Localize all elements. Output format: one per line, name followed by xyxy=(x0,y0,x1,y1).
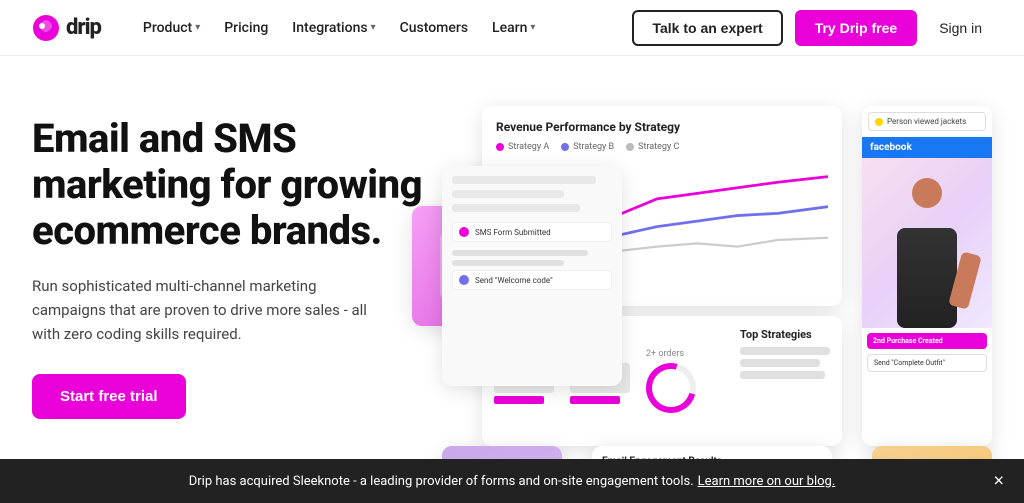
nav-pricing[interactable]: Pricing xyxy=(214,14,278,42)
try-free-button[interactable]: Try Drip free xyxy=(795,10,917,46)
hero-title: Email and SMS marketing for growing ecom… xyxy=(32,116,432,254)
signin-button[interactable]: Sign in xyxy=(929,12,992,44)
banner-close-button[interactable]: × xyxy=(993,471,1004,492)
fb-person-tag: Person viewed jackets xyxy=(868,112,986,131)
person-left-card xyxy=(442,446,562,459)
hero-visual: Revenue Performance by Strategy Strategy… xyxy=(452,106,992,459)
banner-link[interactable]: Learn more on our blog. xyxy=(698,474,836,489)
revenue-chart-title: Revenue Performance by Strategy xyxy=(496,120,828,134)
facebook-card: Person viewed jackets facebook 2nd Purch… xyxy=(862,106,992,446)
automation-card: SMS Form Submitted Send "Welcome code" xyxy=(442,166,622,386)
legend-dot-2 xyxy=(561,143,569,151)
nav-customers[interactable]: Customers xyxy=(390,14,478,42)
fb-header: facebook xyxy=(862,137,992,158)
nav-integrations[interactable]: Integrations ▾ xyxy=(282,14,385,42)
top-strategies-section: Top Strategies xyxy=(740,328,830,379)
person-right-card xyxy=(872,446,992,459)
journey-col-2: 2+ orders xyxy=(646,349,696,413)
legend-item-1: Strategy A xyxy=(496,142,549,152)
fb-badge-1: 2nd Purchase Created xyxy=(867,333,987,349)
sms-form-row: SMS Form Submitted xyxy=(452,222,612,242)
nav-product[interactable]: Product ▾ xyxy=(133,14,210,42)
hero-subtitle: Run sophisticated multi-channel marketin… xyxy=(32,274,392,346)
drip-logo-icon xyxy=(32,14,60,42)
banner-text: Drip has acquired Sleeknote - a leading … xyxy=(189,474,694,489)
logo[interactable]: drip xyxy=(32,14,101,42)
sms-icon xyxy=(459,227,469,237)
hero-left: Email and SMS marketing for growing ecom… xyxy=(32,106,432,419)
chevron-down-icon: ▾ xyxy=(371,22,376,33)
logo-text: drip xyxy=(66,15,101,40)
acquisition-banner: Drip has acquired Sleeknote - a leading … xyxy=(0,459,1024,503)
nav-learn[interactable]: Learn ▾ xyxy=(482,14,545,42)
fb-person-text: Person viewed jackets xyxy=(887,117,966,126)
navbar: drip Product ▾ Pricing Integrations ▾ Cu… xyxy=(0,0,1024,56)
fb-image-area xyxy=(862,158,992,328)
welcome-code-row: Send "Welcome code" xyxy=(452,270,612,290)
legend-item-2: Strategy B xyxy=(561,142,614,152)
fb-badge-2: Send "Complete Outfit" xyxy=(867,354,987,372)
sms-form-label: SMS Form Submitted xyxy=(475,228,551,237)
nav-items: Product ▾ Pricing Integrations ▾ Custome… xyxy=(133,14,633,42)
fb-dot xyxy=(875,118,883,126)
chevron-down-icon: ▾ xyxy=(195,22,200,33)
start-trial-button[interactable]: Start free trial xyxy=(32,374,186,419)
nav-actions: Talk to an expert Try Drip free Sign in xyxy=(632,10,992,46)
top-strategies-title: Top Strategies xyxy=(740,328,830,341)
chart-legend: Strategy A Strategy B Strategy C xyxy=(496,142,828,152)
email-engagement-card: Email Engagement Results xyxy=(592,446,832,459)
legend-dot-1 xyxy=(496,143,504,151)
welcome-icon xyxy=(459,275,469,285)
chevron-down-icon: ▾ xyxy=(530,22,535,33)
legend-dot-3 xyxy=(626,143,634,151)
legend-item-3: Strategy C xyxy=(626,142,679,152)
hero-section: Email and SMS marketing for growing ecom… xyxy=(0,56,1024,459)
talk-expert-button[interactable]: Talk to an expert xyxy=(632,10,782,46)
journey-col-2-header: 2+ orders xyxy=(646,349,696,359)
welcome-code-label: Send "Welcome code" xyxy=(475,276,553,285)
